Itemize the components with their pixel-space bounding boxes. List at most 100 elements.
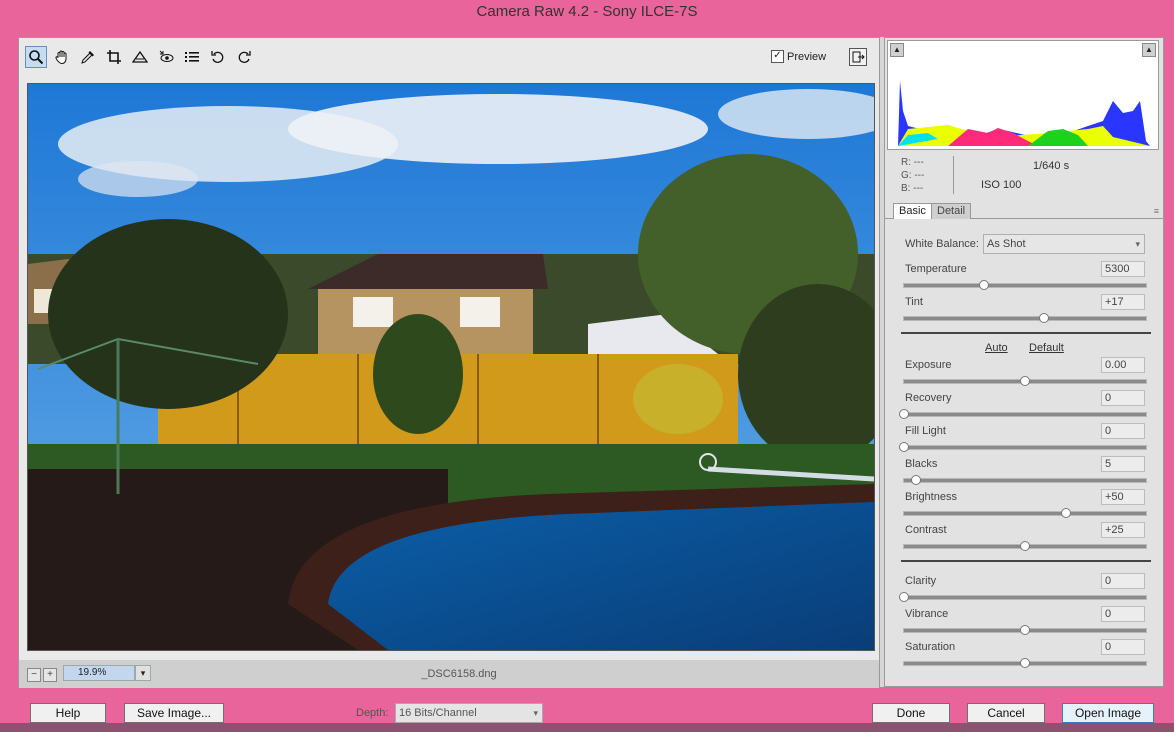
exposure-slider-thumb[interactable]	[1020, 376, 1030, 386]
preferences-tool[interactable]	[181, 46, 203, 68]
shutter-speed: 1/640 s	[1033, 160, 1070, 172]
fullscreen-icon	[852, 51, 865, 63]
fill-light-label: Fill Light	[905, 425, 946, 437]
clarity-slider[interactable]	[899, 592, 1147, 602]
brightness-value-field[interactable]: +50	[1101, 489, 1145, 505]
shadow-clipping-toggle[interactable]: ▲	[890, 43, 904, 57]
triangle-up-icon: ▲	[893, 45, 901, 54]
vibrance-label: Vibrance	[905, 608, 949, 620]
red-eye-tool[interactable]	[155, 46, 177, 68]
tab-detail[interactable]: Detail	[931, 203, 972, 219]
saturation-slider-thumb[interactable]	[1020, 658, 1030, 668]
panel-tabs: Basic Detail ≡	[885, 202, 1163, 219]
zoom-icon	[29, 50, 44, 65]
temperature-slider-thumb[interactable]	[978, 280, 989, 290]
panel-menu-icon[interactable]: ≡	[1154, 206, 1159, 216]
brightness-slider-thumb[interactable]	[1061, 508, 1072, 518]
cancel-button[interactable]: Cancel	[967, 703, 1045, 723]
section-divider	[901, 332, 1151, 334]
preview-toggle[interactable]: ✓ Preview	[771, 50, 826, 63]
recovery-value-field[interactable]: 0	[1101, 390, 1145, 406]
contrast-value-field[interactable]: +25	[1101, 522, 1145, 538]
tab-basic[interactable]: Basic	[893, 203, 932, 219]
preview-label: Preview	[787, 50, 827, 63]
window-title: Camera Raw 4.2 - Sony ILCE-7S	[476, 3, 698, 20]
fill-light-value-field[interactable]: 0	[1101, 423, 1145, 439]
exposure-slider[interactable]	[903, 376, 1147, 386]
temperature-slider[interactable]	[903, 280, 1147, 290]
auto-link[interactable]: Auto	[985, 342, 1008, 354]
fill-light-slider[interactable]	[899, 442, 1147, 452]
open-image-button[interactable]: Open Image	[1062, 703, 1154, 723]
brightness-slider[interactable]	[903, 508, 1147, 518]
rotate-right-tool[interactable]	[233, 46, 255, 68]
exposure-value-field[interactable]: 0.00	[1101, 357, 1145, 373]
red-eye-icon	[159, 50, 174, 62]
crop-icon	[107, 50, 121, 64]
blacks-value-field[interactable]: 5	[1101, 456, 1145, 472]
zoom-dropdown-button[interactable]: ▾	[135, 665, 151, 681]
hand-tool[interactable]	[51, 46, 73, 68]
zoom-in-button[interactable]: +	[43, 668, 57, 682]
eyedropper-icon	[81, 51, 94, 64]
adjustments-panel: ▲ ▲ R: --- G: --- B: --- 1/640 s ISO 100…	[884, 37, 1164, 687]
depth-select[interactable]: 16 Bits/Channel ▾	[395, 703, 543, 723]
preview-checkbox[interactable]: ✓	[771, 50, 784, 63]
clarity-value-field[interactable]: 0	[1101, 573, 1145, 589]
vibrance-slider[interactable]	[903, 625, 1147, 635]
clarity-slider-thumb[interactable]	[899, 592, 909, 602]
iso-value: ISO 100	[981, 179, 1022, 191]
saturation-value-field[interactable]: 0	[1101, 639, 1145, 655]
b-label: B:	[901, 183, 911, 194]
fill-light-slider-thumb[interactable]	[899, 442, 909, 452]
toolbar	[25, 46, 255, 68]
g-value: ---	[914, 170, 925, 181]
done-button[interactable]: Done	[872, 703, 950, 723]
straighten-tool[interactable]	[129, 46, 151, 68]
crop-tool[interactable]	[103, 46, 125, 68]
histogram-graph	[898, 81, 1150, 146]
saturation-slider[interactable]	[903, 658, 1147, 668]
saturation-label: Saturation	[905, 641, 956, 653]
tint-slider[interactable]	[903, 313, 1147, 323]
default-link[interactable]: Default	[1029, 342, 1064, 354]
blacks-label: Blacks	[905, 458, 938, 470]
contrast-slider[interactable]	[903, 541, 1147, 551]
histogram: ▲ ▲	[887, 40, 1159, 150]
clarity-label: Clarity	[905, 575, 937, 587]
tint-value-field[interactable]: +17	[1101, 294, 1145, 310]
temperature-value-field[interactable]: 5300	[1101, 261, 1145, 277]
g-label: G:	[901, 170, 912, 181]
help-button[interactable]: Help	[30, 703, 106, 723]
tint-slider-thumb[interactable]	[1039, 313, 1050, 323]
vibrance-value-field[interactable]: 0	[1101, 606, 1145, 622]
rotate-left-icon	[211, 51, 224, 63]
fullscreen-button[interactable]	[849, 48, 867, 66]
blacks-slider-thumb[interactable]	[911, 475, 922, 485]
rotate-left-tool[interactable]	[207, 46, 229, 68]
recovery-slider[interactable]	[899, 409, 1147, 419]
file-name: _DSC6158.dng	[421, 668, 497, 680]
preferences-icon	[185, 52, 199, 62]
contrast-label: Contrast	[905, 524, 947, 536]
eyedropper-tool[interactable]	[77, 46, 99, 68]
zoom-out-button[interactable]: −	[27, 668, 41, 682]
recovery-slider-thumb[interactable]	[899, 409, 909, 419]
section-divider	[901, 560, 1151, 562]
zoom-tool[interactable]	[25, 46, 47, 68]
blacks-slider[interactable]	[903, 475, 1147, 485]
zoom-level-field[interactable]: 19.9%	[63, 665, 135, 681]
r-value: ---	[913, 157, 924, 168]
white-balance-select[interactable]: As Shot ▾	[983, 234, 1145, 254]
vibrance-slider-thumb[interactable]	[1020, 625, 1030, 635]
contrast-slider-thumb[interactable]	[1020, 541, 1030, 551]
save-image-button[interactable]: Save Image...	[124, 703, 224, 723]
white-balance-value: As Shot	[987, 238, 1026, 250]
camera-raw-dialog: ✓ Preview − + 19.9% ▾ _DSC6158.dng ▲ ▲ R…	[18, 37, 1164, 688]
chevron-down-icon: ▾	[533, 708, 538, 718]
depth-label: Depth:	[356, 707, 389, 719]
image-preview[interactable]	[27, 83, 875, 651]
triangle-up-icon: ▲	[1145, 45, 1153, 54]
highlight-clipping-toggle[interactable]: ▲	[1142, 43, 1156, 57]
chevron-down-icon: ▾	[1135, 239, 1140, 249]
